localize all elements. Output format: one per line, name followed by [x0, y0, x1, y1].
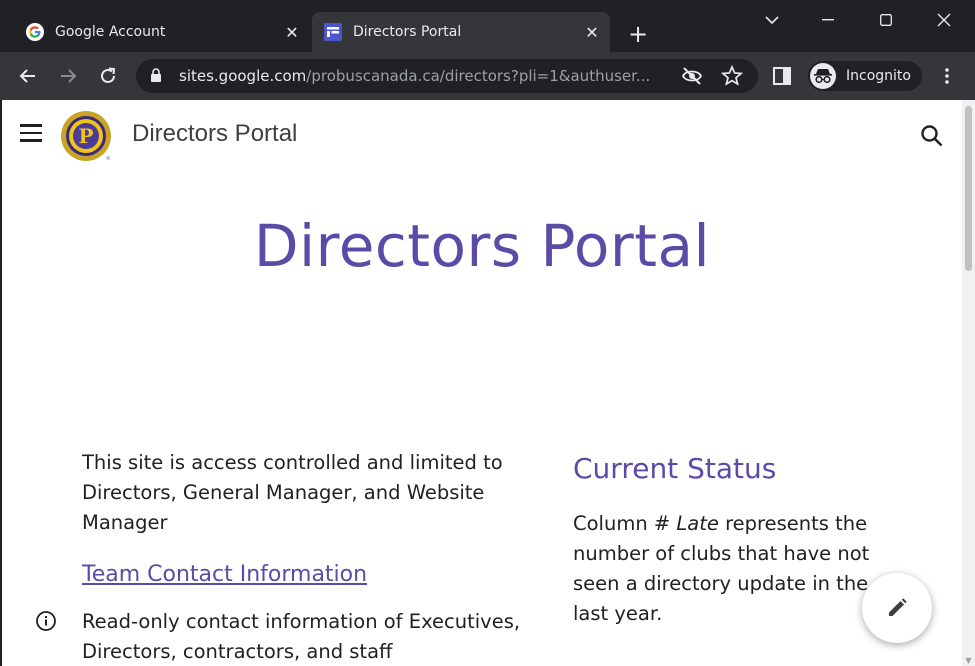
arrow-right-icon: [61, 69, 77, 83]
probus-logo[interactable]: P: [60, 110, 112, 162]
tab-strip: Google Account ✕ Directors Portal ✕ +: [0, 0, 975, 52]
browser-menu-button[interactable]: [935, 64, 959, 88]
minimize-button[interactable]: [800, 0, 856, 40]
url-host: sites.google.com: [179, 67, 307, 85]
edit-button[interactable]: [862, 573, 932, 643]
site-title[interactable]: Directors Portal: [132, 120, 297, 148]
close-icon[interactable]: ✕: [280, 20, 304, 44]
forward-button[interactable]: [52, 60, 84, 92]
scroll-down-arrow[interactable]: ▼: [964, 656, 973, 665]
maximize-button[interactable]: [858, 0, 914, 40]
close-window-button[interactable]: [916, 0, 972, 40]
chevron-down-icon: [765, 16, 779, 25]
address-bar[interactable]: sites.google.com/probuscanada.ca/directo…: [136, 59, 758, 93]
lock-icon: [151, 68, 161, 82]
team-contact-link[interactable]: Team Contact Information: [82, 562, 367, 587]
search-icon[interactable]: [920, 124, 944, 148]
right-column: Current Status Column # Late represents …: [573, 452, 883, 629]
url-path: /probuscanada.ca/directors?pli=1&authuse…: [306, 67, 651, 85]
menu-icon[interactable]: [20, 124, 44, 144]
close-icon[interactable]: ✕: [580, 20, 604, 44]
svg-text:P: P: [78, 124, 93, 148]
incognito-label: Incognito: [846, 68, 911, 84]
incognito-icon: [810, 63, 836, 89]
browser-window: Google Account ✕ Directors Portal ✕ + si…: [0, 0, 975, 666]
site-header: P Directors Portal: [2, 100, 962, 170]
current-status-heading: Current Status: [573, 452, 777, 485]
left-column: This site is access controlled and limit…: [82, 448, 522, 666]
close-icon: [937, 13, 951, 27]
tab-directors-portal[interactable]: Directors Portal ✕: [312, 12, 610, 52]
maximize-icon: [880, 14, 892, 26]
side-panel-icon[interactable]: [772, 66, 792, 86]
tab-title: Directors Portal: [353, 24, 462, 40]
status-text-part: Column #: [573, 512, 677, 535]
new-tab-button[interactable]: +: [624, 20, 652, 48]
intro-text: This site is access controlled and limit…: [82, 451, 503, 534]
info-icon[interactable]: [35, 610, 57, 632]
more-vert-icon: [945, 68, 949, 84]
page-viewport: P Directors Portal Directors Portal This…: [2, 100, 962, 666]
pencil-icon: [889, 598, 907, 616]
url-text: sites.google.com/probuscanada.ca/directo…: [179, 67, 650, 85]
minimize-icon: [822, 19, 834, 21]
hero-title: Directors Portal: [253, 212, 711, 280]
eye-off-icon[interactable]: [681, 65, 703, 87]
current-status-text: Column # Late represents the number of c…: [573, 509, 883, 629]
google-sites-icon: [324, 23, 342, 41]
google-icon: [26, 23, 44, 41]
reload-button[interactable]: [92, 60, 124, 92]
tab-title: Google Account: [55, 24, 166, 40]
tab-google-account[interactable]: Google Account ✕: [14, 12, 310, 52]
browser-toolbar: sites.google.com/probuscanada.ca/directo…: [0, 52, 975, 100]
reload-icon: [101, 67, 116, 83]
arrow-left-icon: [19, 69, 35, 83]
star-icon[interactable]: [721, 65, 743, 87]
status-text-italic: Late: [676, 512, 719, 535]
incognito-profile-button[interactable]: Incognito: [808, 61, 922, 91]
back-button[interactable]: [12, 60, 44, 92]
vertical-scrollbar[interactable]: ▼: [962, 100, 975, 666]
tab-search-button[interactable]: [758, 6, 786, 34]
link-description: Read-only contact information of Executi…: [82, 610, 521, 663]
scrollbar-thumb[interactable]: [965, 106, 972, 271]
